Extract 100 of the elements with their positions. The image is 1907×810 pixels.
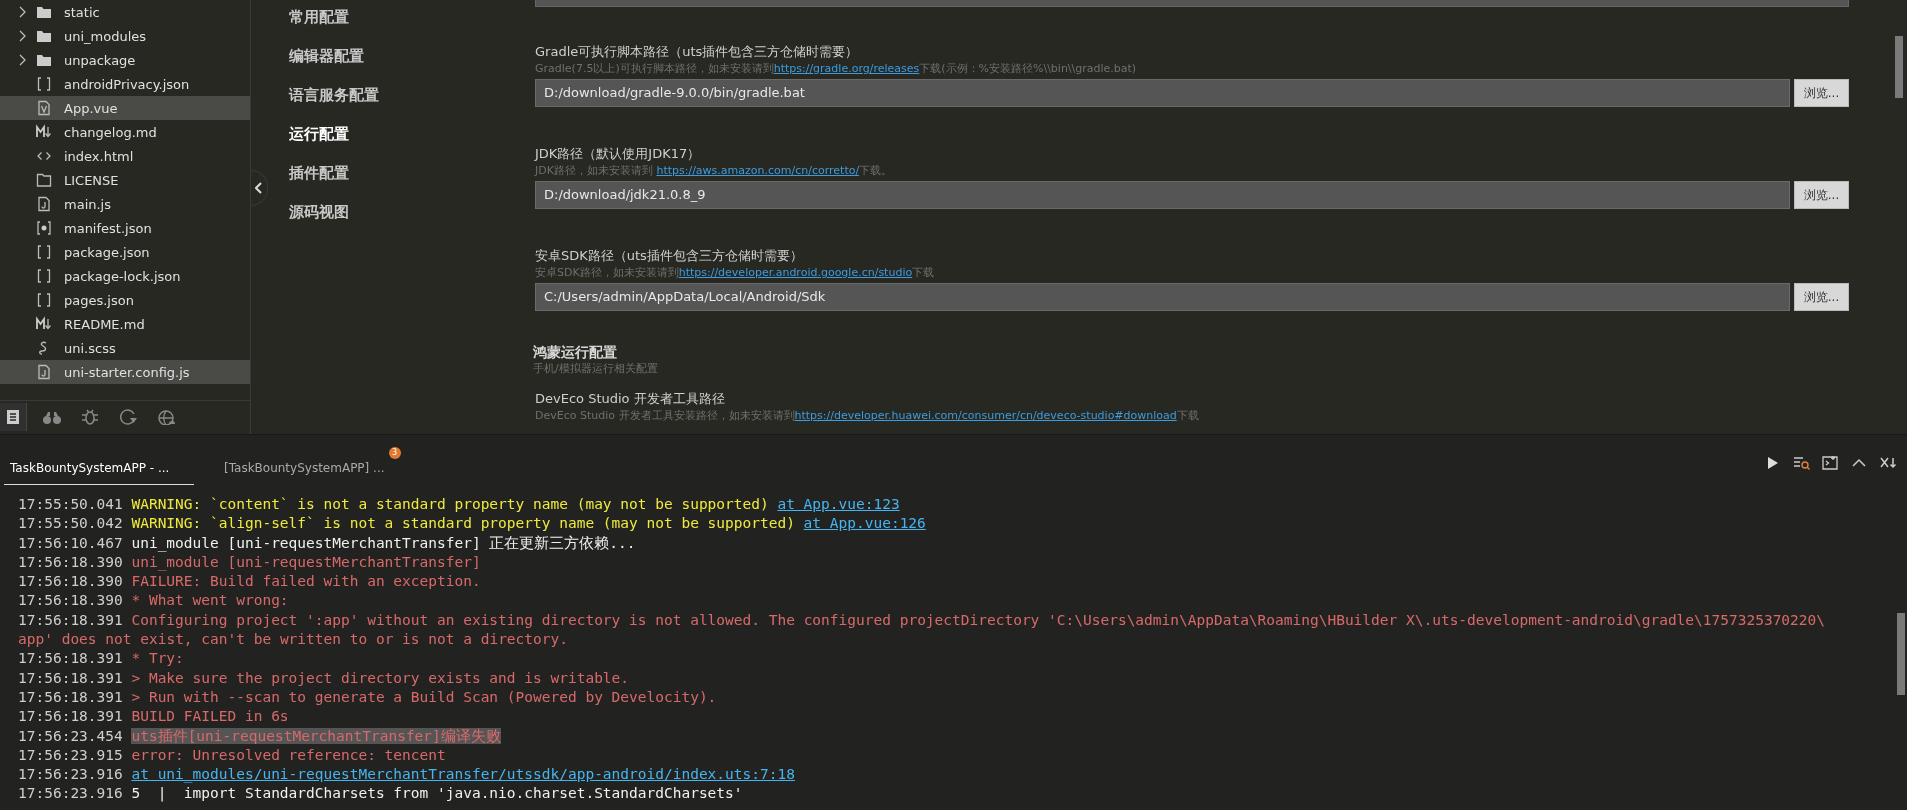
input-field[interactable] [535,0,1849,7]
chevron-left-icon [255,182,263,194]
log-timestamp: 17:56:18.390 [18,553,123,570]
notification-badge: 3 [388,447,401,459]
gear-file-icon [36,220,52,236]
log-timestamp: 17:56:18.390 [18,573,123,590]
setting-description: Gradle(7.5以上)可执行脚本路径，如未安装请到https://gradle.org/releases下载(示例：%安装路径%\\bin\\gradle.bat) [535,61,1138,77]
folder-icon [36,4,52,20]
file-tree-item[interactable]: package-lock.json [0,264,250,288]
file-tree-item[interactable]: unpackage [0,48,250,72]
log-message: 5 | import StandardCharsets from 'java.nio.charset.StandardCharsets' [131,785,743,802]
file-tree-item[interactable]: static [0,0,250,24]
section-heading: 鸿蒙运行配置 [533,343,618,361]
link[interactable]: https://developer.huawei.com/consumer/cn/deveco-studio#download [794,409,1177,422]
log-message: * What went wrong: [131,592,289,609]
log-message: Configuring project ':app' without an existing directory is not allowed. The configured projectDirectory 'C:\Users\admin\AppData\Roaming\HBuilder X\.uts-development-android\gradle\1757325370220\ [131,611,1826,628]
settings-nav-item[interactable]: 语言服务配置 [289,84,527,123]
file-tree-item[interactable]: uni_modules [0,24,250,48]
brackets-icon [36,268,52,284]
scrollbar-thumb[interactable] [1897,613,1905,695]
console-tab[interactable]: TaskBountySystemAPP - ... [4,461,194,485]
link[interactable]: https://aws.amazon.com/cn/corretto/ [656,164,860,177]
file-tree-item[interactable]: README.md [0,312,250,336]
file-tree-item[interactable]: index.html [0,144,250,168]
log-message: uni_module [uni-requestMerchantTransfer] [131,553,481,570]
brackets-icon [36,292,52,308]
brackets-icon [36,76,52,92]
scrollbar-thumb[interactable] [1895,36,1903,98]
log-link[interactable]: at App.vue:126 [803,515,926,532]
path-field[interactable]: D:/download/gradle-9.0.0/bin/gradle.bat [535,79,1790,107]
log-timestamp: 17:56:18.391 [18,688,123,705]
settings-nav-item[interactable]: 运行配置 [289,123,527,162]
browse-button[interactable]: 浏览... [1794,79,1849,107]
log-link[interactable]: at uni_modules/uni-requestMerchantTransfer/utssdk/app-android/index.uts:7:18 [131,766,795,783]
settings-nav-item[interactable]: 插件配置 [289,162,527,201]
path-field[interactable]: C:/Users/admin/AppData/Local/Android/Sdk [535,283,1790,311]
log-message: FAILURE: Build failed with an exception. [131,573,481,590]
log-timestamp: 17:56:18.391 [18,650,123,667]
bug-icon[interactable] [82,409,98,425]
log-message: app' does not exist, can't be written to or is not a directory. [18,631,568,648]
file-tree-item[interactable]: androidPrivacy.json [0,72,250,96]
filter-list-icon[interactable] [1792,454,1810,472]
log-timestamp: 17:56:18.391 [18,669,123,686]
setting-title: DevEco Studio 开发者工具路径 [535,390,726,408]
settings-nav-item[interactable]: 源码视图 [289,201,527,240]
brackets-icon [36,244,52,260]
link[interactable]: https://developer.android.google.cn/studio [678,266,913,279]
refresh-icon[interactable] [119,409,137,425]
log-link[interactable]: at App.vue:123 [777,496,900,512]
terminal-icon[interactable] [1821,454,1839,472]
file-tree-item[interactable]: uni-starter.config.js [0,360,250,384]
log-message: > Make sure the project directory exists and is writable. [131,669,630,686]
browse-button[interactable]: 浏览... [1794,181,1849,209]
log-timestamp: 17:55:50.042 [18,515,123,532]
file-tree-item[interactable]: manifest.json [0,216,250,240]
settings-nav-item[interactable]: 编辑器配置 [289,45,527,84]
collapse-handle[interactable] [251,170,268,206]
markdown-icon [36,124,52,140]
log-message: uni_module [uni-requestMerchantTransfer] 正在更新三方依赖... [131,534,636,551]
log-timestamp: 17:56:18.390 [18,592,123,609]
setting-title: JDK路径（默认使用JDK17） [535,145,702,163]
setting-title: Gradle可执行脚本路径（uts插件包含三方仓储时需要） [535,43,860,61]
log-message: error: Unresolved reference: tencent [131,746,446,763]
setting-description: 安卓SDK路径，如未安装请到https://developer.android.google.cn/studio下载 [535,265,936,281]
file-icon [36,172,52,188]
file-tree-item[interactable]: changelog.md [0,120,250,144]
log-message: > Run with --scan to generate a Build Scan (Powered by Develocity). [131,688,717,705]
log-message: * Try: [131,650,184,667]
markdown-icon [36,316,52,332]
settings-nav-item[interactable]: 常用配置 [289,6,527,45]
browse-button[interactable]: 浏览... [1794,283,1849,311]
path-field[interactable]: D:/download/jdk21.0.8_9 [535,181,1790,209]
log-timestamp: 17:56:18.391 [18,708,123,725]
file-tree-item[interactable]: package.json [0,240,250,264]
log-timestamp: 17:56:23.454 [18,727,123,744]
log-message: WARNING: `align-self` is not a standard property name (may not be supported) [131,515,795,532]
setting-title: 安卓SDK路径（uts插件包含三方仓储时需要） [535,247,804,265]
file-list-icon[interactable] [7,410,19,424]
binoculars-icon[interactable] [43,410,61,424]
log-timestamp: 17:56:23.915 [18,746,123,763]
globe-icon[interactable] [157,409,175,425]
setting-description: DevEco Studio 开发者工具安装路径，如未安装请到https://developer.huawei.com/consumer/cn/deveco-studio#download下载 [535,408,1200,424]
log-timestamp: 17:55:50.041 [18,496,123,512]
log-message: WARNING: `content` is not a standard property name (may not be supported) [131,496,769,512]
file-tree-item[interactable]: LICENSE [0,168,250,192]
file-tree-item[interactable]: pages.json [0,288,250,312]
log-timestamp: 17:56:23.916 [18,785,123,802]
script-file-icon [36,364,52,380]
link[interactable]: https://gradle.org/releases [773,62,920,75]
log-message: BUILD FAILED in 6s [131,708,289,725]
folder-icon [36,52,52,68]
file-tree-item[interactable]: uni.scss [0,336,250,360]
log-message: uts插件[uni-requestMerchantTransfer]编译失败 [131,727,501,744]
log-timestamp: 17:56:23.916 [18,766,123,783]
log-timestamp: 17:56:10.467 [18,534,123,551]
script-file-icon [36,196,52,212]
log-timestamp: 17:56:18.391 [18,611,123,628]
file-tree-item[interactable]: App.vue [0,96,250,120]
file-tree-item[interactable]: main.js [0,192,250,216]
setting-description: JDK路径，如未安装请到 https://aws.amazon.com/cn/corretto/下载。 [535,163,894,179]
